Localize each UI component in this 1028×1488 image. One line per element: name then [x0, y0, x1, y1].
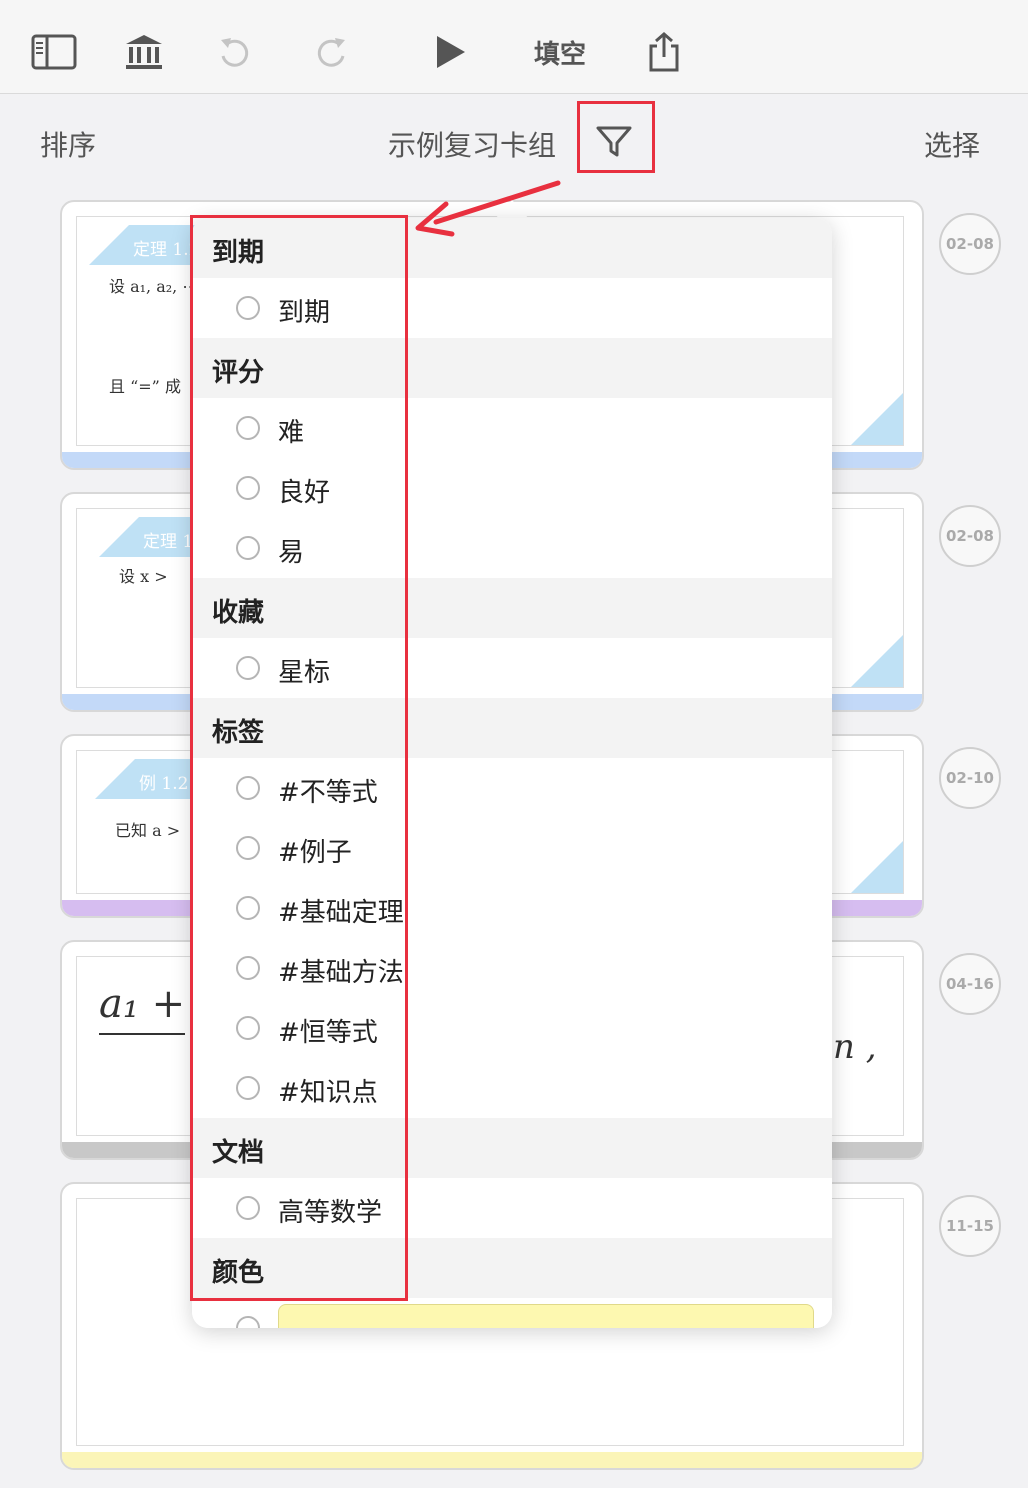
annotation-arrow-icon	[415, 180, 561, 237]
